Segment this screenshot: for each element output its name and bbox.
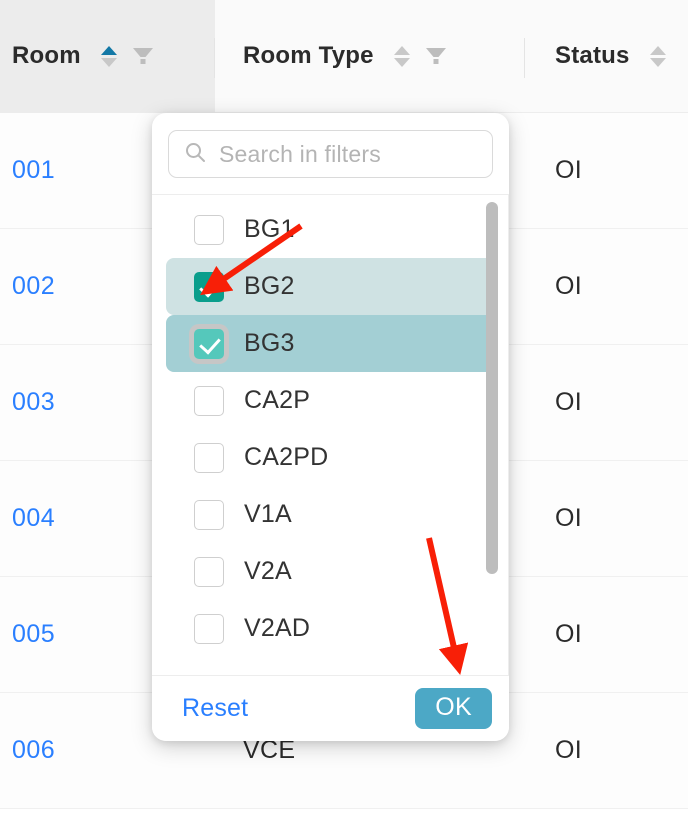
list-right-divider [508,195,509,675]
room-link[interactable]: 001 [12,156,55,185]
search-icon [183,140,207,169]
filter-option-label: BG1 [244,215,295,243]
cell-status: OI [525,113,688,229]
filter-option-label: BG2 [244,272,295,300]
ok-button[interactable]: OK [415,688,492,729]
filter-option-bg3[interactable]: BG3 [166,315,495,372]
filter-list-scrollbar[interactable] [486,202,498,669]
checkbox[interactable] [194,499,224,530]
search-input[interactable] [219,140,478,168]
funnel-icon[interactable] [131,44,155,68]
checkbox-checked-focused[interactable] [194,328,224,359]
cell-status: OI [525,693,688,809]
cell-status: OI [525,577,688,693]
room-link[interactable]: 006 [12,736,55,765]
filter-option-label: V2A [244,557,292,585]
column-header-status-icons [649,45,666,67]
sort-descending-icon [100,57,117,67]
status-value: OI [555,504,582,532]
filter-options-list: BG1 BG2 BG3 CA2P CA2PD V1A V2A V2AD [152,194,509,675]
filter-option-label: V2AD [244,614,311,642]
filter-option-v1a[interactable]: V1A [166,486,495,543]
sort-ascending-icon [649,45,666,55]
status-value: OI [555,272,582,300]
filter-option-v2ad[interactable]: V2AD [166,600,495,657]
filter-option-ca2pd[interactable]: CA2PD [166,429,495,486]
filter-option-ca2p[interactable]: CA2P [166,372,495,429]
column-header-status[interactable]: Status [525,0,688,113]
status-value: OI [555,620,582,648]
filter-option-label: CA2P [244,386,311,414]
status-value: OI [555,388,582,416]
table-header-row: Room Room Type Status [0,0,688,113]
checkbox[interactable] [194,442,224,473]
filter-search-box[interactable] [168,130,493,178]
filter-option-bg1[interactable]: BG1 [166,201,495,258]
column-header-room-icons [100,44,155,68]
filter-panel-footer: Reset OK [152,675,509,741]
cell-status: OI [525,461,688,577]
sort-ascending-icon [100,45,117,55]
column-header-status-label: Status [555,42,630,69]
column-header-room-label: Room [12,42,81,69]
room-table-screen: Room Room Type Status 001 OI 002 OI 003 … [0,0,688,822]
filter-dropdown-panel: BG1 BG2 BG3 CA2P CA2PD V1A [152,113,509,741]
cell-status: OI [525,229,688,345]
cell-status: OI [525,345,688,461]
checkbox[interactable] [194,214,224,245]
checkbox-checked[interactable] [194,271,224,302]
filter-search-wrap [152,113,509,194]
reset-button[interactable]: Reset [182,694,248,723]
filter-option-label: CA2PD [244,443,329,471]
column-header-room-type-label: Room Type [243,42,374,69]
room-link[interactable]: 004 [12,504,55,533]
room-link[interactable]: 003 [12,388,55,417]
sort-ascending-icon [393,45,410,55]
sort-arrows-icon[interactable] [649,45,666,67]
filter-option-label: V1A [244,500,292,528]
checkbox[interactable] [194,613,224,644]
funnel-icon[interactable] [424,44,448,68]
sort-arrows-icon[interactable] [100,45,117,67]
filter-option-label: BG3 [244,329,295,357]
sort-descending-icon [393,57,410,67]
checkbox[interactable] [194,556,224,587]
room-link[interactable]: 002 [12,272,55,301]
checkbox[interactable] [194,385,224,416]
status-value: OI [555,736,582,764]
column-header-room-type-icons [393,44,448,68]
filter-option-v2a[interactable]: V2A [166,543,495,600]
room-link[interactable]: 005 [12,620,55,649]
column-header-room-type[interactable]: Room Type [215,0,525,113]
scrollbar-thumb[interactable] [486,202,498,574]
column-header-room[interactable]: Room [0,0,215,113]
status-value: OI [555,156,582,184]
sort-arrows-icon[interactable] [393,45,410,67]
sort-descending-icon [649,57,666,67]
filter-option-bg2[interactable]: BG2 [166,258,495,315]
